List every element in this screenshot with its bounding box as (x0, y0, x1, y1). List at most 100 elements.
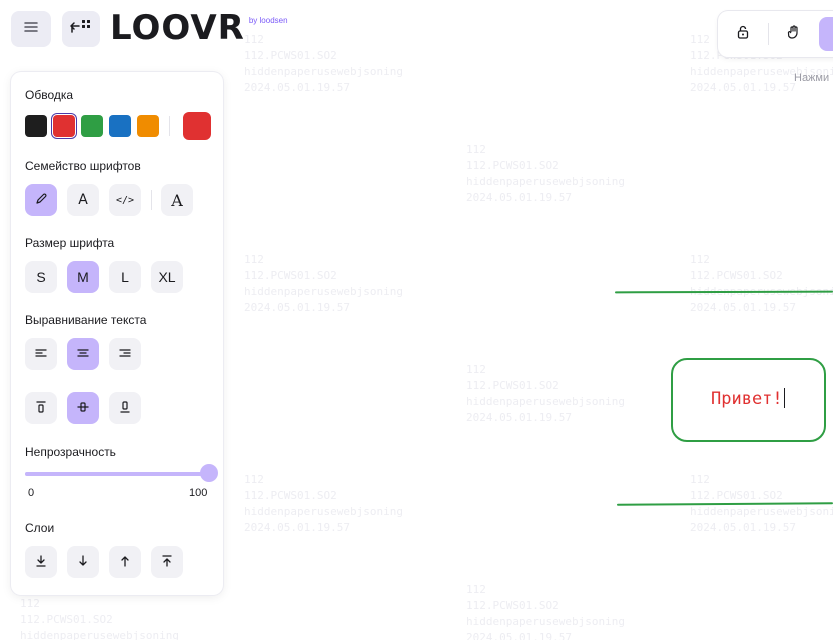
lock-tool-button[interactable] (726, 17, 760, 51)
watermark-line: 112 (244, 253, 264, 266)
watermark-line: hiddenpaperusewebjsoning (244, 285, 403, 298)
watermark-block: 112 112.PCWS01.SO2 hiddenpaperusewebjson… (466, 582, 625, 640)
watermark-block: 112 112.PCWS01.SO2 hiddenpaperusewebjson… (690, 252, 833, 316)
align-left-icon (34, 346, 48, 362)
watermark-line: 112.PCWS01.SO2 (244, 49, 337, 62)
green-line-bottom[interactable] (616, 502, 833, 506)
bring-to-front-icon (160, 554, 174, 571)
bring-forward-button[interactable] (109, 546, 141, 578)
stroke-section-title: Обводка (25, 88, 74, 102)
main-menu-button[interactable] (11, 11, 51, 47)
watermark-block: 112 112.PCWS01.SO2 hiddenpaperusewebjson… (244, 252, 403, 316)
watermark-block: 112 112.PCWS01.SO2 hiddenpaperusewebjson… (20, 596, 179, 640)
watermark-line: 112.PCWS01.SO2 (244, 489, 337, 502)
align-right-icon (118, 346, 132, 362)
watermark-line: 112.PCWS01.SO2 (690, 269, 783, 282)
align-center-icon (76, 346, 90, 362)
stroke-color-green[interactable] (81, 115, 103, 137)
hand-pan-icon (786, 24, 802, 45)
send-backward-icon (76, 554, 90, 571)
valign-bottom-button[interactable] (109, 392, 141, 424)
current-stroke-color[interactable] (183, 112, 211, 140)
watermark-line: 2024.05.01.19.57 (690, 301, 796, 314)
font-size-s-button[interactable]: S (25, 261, 57, 293)
align-bottom-icon (118, 400, 132, 417)
logo-wordmark: LOOVR (110, 8, 245, 48)
align-right-button[interactable] (109, 338, 141, 370)
valign-top-button[interactable] (25, 392, 57, 424)
tool-hint-text: Нажми (794, 72, 830, 84)
text-caret (783, 388, 785, 408)
send-backward-button[interactable] (67, 546, 99, 578)
font-size-m-label: M (77, 269, 89, 285)
watermark-line: hiddenpaperusewebjsoning (690, 505, 833, 518)
lock-open-icon (735, 24, 751, 45)
watermark-line: hiddenpaperusewebjsoning (466, 615, 625, 628)
stroke-color-orange[interactable] (137, 115, 159, 137)
green-line-top[interactable] (614, 290, 833, 294)
watermark-block: 112 112.PCWS01.SO2 hiddenpaperusewebjson… (466, 142, 625, 206)
tool-divider (768, 23, 769, 45)
watermark-line: 112.PCWS01.SO2 (466, 599, 559, 612)
font-size-l-label: L (121, 269, 129, 285)
pencil-handdrawn-icon (34, 192, 48, 209)
return-arrow-grid-icon (68, 18, 94, 41)
send-to-back-button[interactable] (25, 546, 57, 578)
hand-tool-button[interactable] (777, 17, 811, 51)
watermark-line: 112 (466, 583, 486, 596)
watermark-line: 112.PCWS01.SO2 (466, 379, 559, 392)
watermark-line: 2024.05.01.19.57 (690, 521, 796, 534)
active-tool-button[interactable] (819, 17, 833, 51)
watermark-line: 2024.05.01.19.57 (244, 301, 350, 314)
opacity-slider-thumb[interactable] (200, 464, 218, 482)
watermark-line: 112 (690, 33, 710, 46)
font-size-s-label: S (36, 269, 46, 285)
hamburger-menu-icon (23, 20, 39, 39)
watermark-line: 2024.05.01.19.57 (244, 81, 350, 94)
code-font-icon: </> (115, 194, 135, 206)
font-size-section-title: Размер шрифта (25, 236, 115, 250)
align-left-button[interactable] (25, 338, 57, 370)
stroke-color-black[interactable] (25, 115, 47, 137)
watermark-line: 112 (690, 253, 710, 266)
layers-section-title: Слои (25, 521, 55, 535)
stroke-color-blue[interactable] (109, 115, 131, 137)
font-size-xl-label: XL (158, 269, 176, 285)
watermark-line: hiddenpaperusewebjsoning (466, 175, 625, 188)
font-family-code-button[interactable]: </> (109, 184, 141, 216)
align-middle-icon (76, 400, 90, 417)
watermark-line: hiddenpaperusewebjsoning (20, 629, 179, 640)
opacity-slider-track[interactable] (25, 472, 209, 476)
font-family-handdrawn-button[interactable] (25, 184, 57, 216)
watermark-line: hiddenpaperusewebjsoning (244, 505, 403, 518)
align-center-button[interactable] (67, 338, 99, 370)
watermark-line: 2024.05.01.19.57 (466, 191, 572, 204)
watermark-line: 2024.05.01.19.57 (690, 81, 796, 94)
watermark-line: 112 (466, 143, 486, 156)
tool-island (718, 11, 833, 57)
back-button[interactable] (62, 11, 100, 47)
font-library-button[interactable]: A (161, 184, 193, 216)
watermark-block: 112 112.PCWS01.SO2 hiddenpaperusewebjson… (466, 362, 625, 426)
watermark-line: 2024.05.01.19.57 (244, 521, 350, 534)
font-family-normal-button[interactable]: A (67, 184, 99, 216)
opacity-min-label: 0 (28, 487, 35, 499)
watermark-line: 112 (690, 473, 710, 486)
opacity-section-title: Непрозрачность (25, 445, 116, 459)
swatch-divider (169, 116, 170, 136)
valign-middle-button[interactable] (67, 392, 99, 424)
text-element-editing[interactable]: Привет! (711, 388, 785, 409)
watermark-line: 112 (466, 363, 486, 376)
bring-to-front-button[interactable] (151, 546, 183, 578)
properties-panel: Обводка Семейство шрифтов A </> A Размер… (11, 72, 223, 595)
watermark-line: hiddenpaperusewebjsoning (466, 395, 625, 408)
watermark-line: 112 (244, 473, 264, 486)
align-top-icon (34, 400, 48, 417)
font-size-xl-button[interactable]: XL (151, 261, 183, 293)
stroke-color-red[interactable] (53, 115, 75, 137)
watermark-line: 112.PCWS01.SO2 (466, 159, 559, 172)
text-align-section-title: Выравнивание текста (25, 313, 147, 327)
font-size-l-button[interactable]: L (109, 261, 141, 293)
font-size-m-button[interactable]: M (67, 261, 99, 293)
watermark-line: 112.PCWS01.SO2 (690, 489, 783, 502)
